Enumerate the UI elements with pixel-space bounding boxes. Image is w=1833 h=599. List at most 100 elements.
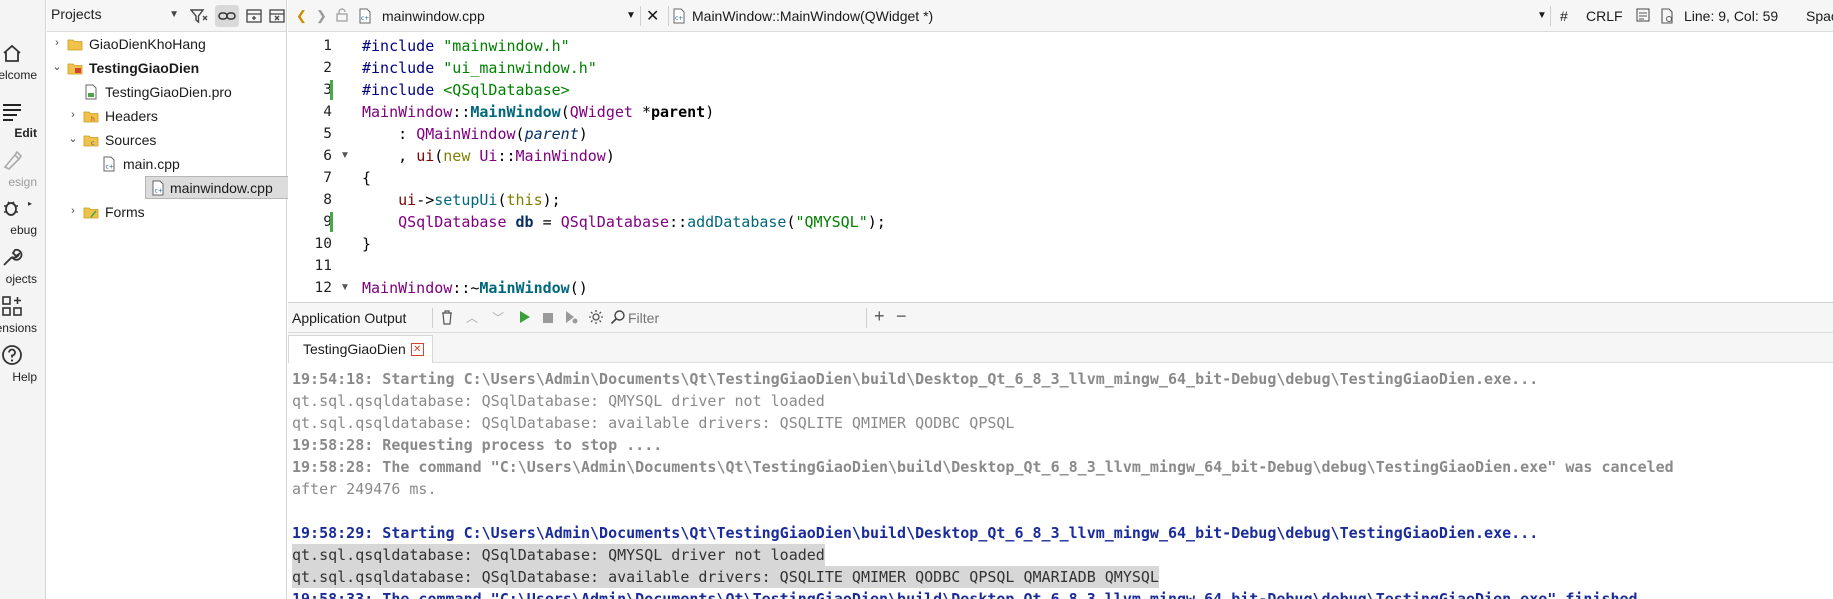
chevron-right-icon[interactable]: › [67, 204, 79, 218]
extensions-icon [2, 296, 22, 316]
file-info-icon[interactable] [1660, 8, 1674, 27]
line-ending-button[interactable]: CRLF [1586, 8, 1623, 24]
chevron-down-icon[interactable]: ⌄ [67, 132, 79, 146]
sync-link-button[interactable] [215, 5, 239, 27]
zoom-out-button[interactable]: − [896, 306, 907, 327]
close-sidebar-button[interactable] [265, 5, 289, 27]
chevron-down-icon[interactable]: ▼ [626, 10, 636, 21]
code-line: } [362, 235, 372, 253]
stop-icon [543, 313, 553, 323]
clear-output-button[interactable] [440, 309, 454, 328]
line-number: 9 [323, 214, 332, 230]
line-number: 7 [323, 170, 332, 186]
mode-debug[interactable]: ▸ ebug [0, 191, 45, 245]
run-button[interactable] [518, 309, 532, 328]
mode-edit[interactable]: Edit [0, 94, 45, 148]
tree-item-mainwindow-cpp[interactable]: c+ mainwindow.cpp [47, 176, 333, 200]
chevron-down-icon[interactable]: ⌄ [51, 60, 63, 74]
output-tabs: TestingGiaoDien ✕ [288, 333, 1833, 363]
tree-item-forms[interactable]: › Forms [47, 200, 287, 224]
design-icon [3, 150, 23, 170]
tab-testinggiaodien[interactable]: TestingGiaoDien ✕ [288, 335, 433, 363]
split-icon [246, 9, 262, 23]
output-toolbar: Application Output ︿ ﹀ + − [288, 303, 1833, 333]
mode-extensions[interactable]: ensions [0, 289, 45, 343]
zoom-in-button[interactable]: + [874, 306, 885, 327]
gear-icon [589, 310, 603, 324]
code-line: QSqlDatabase db = QSqlDatabase::addDatab… [398, 213, 886, 231]
code-line: MainWindow::~MainWindow() [362, 279, 588, 297]
view-selector[interactable]: Projects ▼ [51, 6, 179, 27]
fold-marker-icon[interactable]: ▼ [340, 277, 350, 299]
log-line-highlighted: qt.sql.qsqldatabase: QSqlDatabase: avail… [292, 566, 1159, 588]
project-sidebar: Projects ▼ › GiaoDienKhoHang ⌄ TestingGi… [47, 0, 333, 599]
line-number-gutter: 1 2 3 4 5 6 7 8 9 10 11 12 [288, 32, 332, 302]
mode-bar: elcome Edit esign ▸ ebug ojects ensions … [0, 0, 46, 599]
filter-button[interactable] [187, 5, 211, 27]
help-icon [2, 345, 22, 365]
back-icon[interactable]: ❮ [296, 8, 307, 24]
mode-welcome[interactable]: elcome [0, 36, 45, 90]
project-folder-icon [67, 63, 83, 75]
line-number: 8 [323, 192, 332, 208]
line-number: 6 [323, 148, 332, 164]
lock-icon[interactable] [336, 8, 348, 25]
projects-icon [3, 248, 23, 266]
svg-text:c+: c+ [675, 15, 683, 22]
chevron-right-icon[interactable]: › [51, 36, 63, 50]
svg-text:c: c [91, 140, 94, 147]
code-line: : QMainWindow(parent) [362, 125, 588, 143]
chevron-right-icon[interactable]: › [67, 108, 79, 122]
chevron-up-icon[interactable]: ︿ [466, 309, 478, 326]
log-line: 19:58:29: Starting C:\Users\Admin\Docume… [292, 524, 1539, 542]
tree-item-main-cpp[interactable]: c+ main.cpp [47, 152, 287, 176]
tree-item-testinggiaodien[interactable]: ⌄ TestingGiaoDien [47, 56, 287, 80]
forward-icon[interactable]: ❯ [316, 8, 327, 24]
sidebar-toolbar: Projects ▼ [47, 0, 286, 32]
tree-item-pro-file[interactable]: TestingGiaoDien.pro [47, 80, 287, 104]
stop-button[interactable] [542, 311, 554, 327]
folder-icon [67, 39, 83, 51]
chevron-down-icon[interactable]: ▼ [1537, 10, 1547, 21]
attach-debugger-button[interactable] [564, 310, 578, 327]
hash-button[interactable]: # [1560, 8, 1568, 24]
log-line: 19:54:18: Starting C:\Users\Admin\Docume… [292, 370, 1539, 388]
editor-toolbar: ❮ ❯ c+ mainwindow.cpp ▼ ✕ c+ MainWindow:… [288, 0, 1833, 32]
mode-help[interactable]: Help [0, 338, 45, 392]
filter-input[interactable] [628, 308, 778, 328]
close-icon[interactable]: ✕ [410, 343, 424, 356]
code-line: #include <QSqlDatabase> [362, 81, 570, 99]
line-number: 2 [323, 60, 332, 76]
file-selector[interactable]: mainwindow.cpp [382, 8, 485, 24]
filter-search-icon [610, 309, 626, 328]
log-line-highlighted: qt.sql.qsqldatabase: QSqlDatabase: QMYSQ… [292, 544, 825, 566]
log-line: after 249476 ms. [292, 480, 437, 498]
tree-item-headers[interactable]: › h Headers [47, 104, 287, 128]
log-line: 19:58:33: The command "C:\Users\Admin\Do… [292, 590, 1638, 599]
indentation-button[interactable]: Spac [1806, 8, 1833, 24]
close-file-icon[interactable]: ✕ [646, 6, 659, 26]
settings-button[interactable] [588, 309, 604, 328]
debug-expand-icon[interactable]: ▸ [28, 199, 32, 208]
fold-marker-icon[interactable]: ▼ [340, 145, 350, 167]
split-button[interactable] [242, 5, 266, 27]
application-log[interactable]: 19:54:18: Starting C:\Users\Admin\Docume… [288, 364, 1833, 599]
output-title: Application Output [292, 310, 407, 326]
tree-item-sources[interactable]: ⌄ c Sources [47, 128, 287, 152]
cursor-position[interactable]: Line: 9, Col: 59 [1684, 8, 1778, 24]
line-number: 4 [323, 104, 332, 120]
line-number: 1 [323, 38, 332, 54]
svg-text:c+: c+ [155, 188, 163, 195]
symbol-selector[interactable]: MainWindow::MainWindow(QWidget *) [692, 8, 933, 24]
mode-projects[interactable]: ojects [0, 240, 45, 294]
log-line: qt.sql.qsqldatabase: QSqlDatabase: avail… [292, 414, 1015, 432]
svg-text:h: h [91, 116, 95, 123]
cpp-file-icon: c+ [103, 156, 115, 172]
encoding-icon[interactable] [1636, 8, 1650, 25]
trash-icon [442, 310, 452, 325]
mode-design[interactable]: esign [0, 143, 45, 197]
chevron-down-icon[interactable]: ﹀ [492, 309, 504, 326]
code-area[interactable]: 1 2 3 4 5 6 7 8 9 10 11 12 ▼ ▼ #include … [288, 32, 1833, 302]
tree-item-giaodienkhohang[interactable]: › GiaoDienKhoHang [47, 32, 287, 56]
code-line: ui->setupUi(this); [398, 191, 561, 209]
